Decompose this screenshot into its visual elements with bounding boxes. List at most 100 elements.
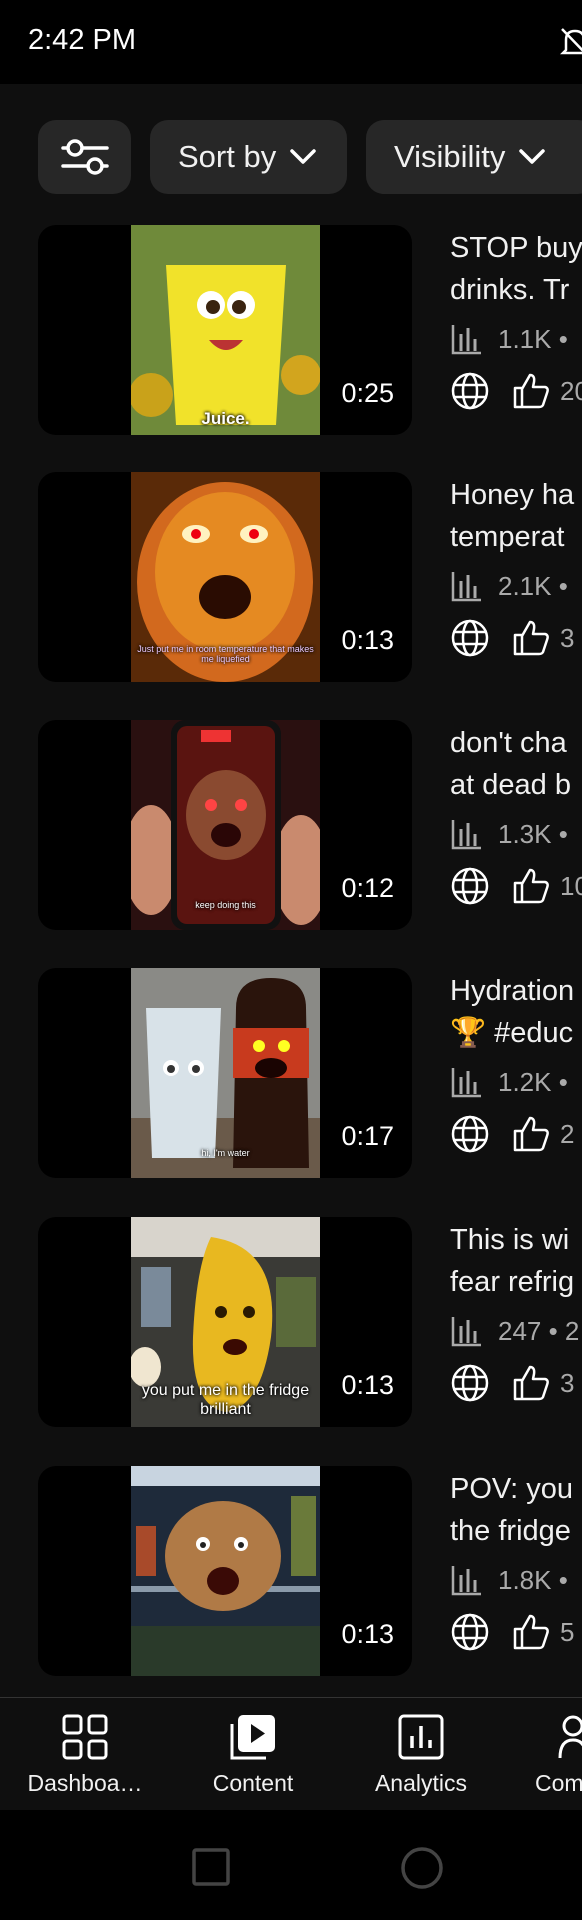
globe-icon	[451, 1115, 489, 1153]
video-title-line: Hydration	[450, 975, 575, 1007]
bottom-nav: Dashboa… Content Analytics Com	[0, 1697, 582, 1811]
nav-community[interactable]: Com	[520, 1698, 582, 1811]
video-stats: 1.8K •	[450, 1560, 568, 1600]
video-stats: 1.2K •	[450, 1062, 568, 1102]
analytics-icon	[398, 1714, 444, 1760]
view-count: 1.3K •	[498, 818, 568, 849]
video-thumbnail[interactable]: hi, I'm water 0:17	[38, 968, 412, 1178]
status-bar: 2:42 PM	[0, 0, 582, 84]
video-meta: 3	[450, 1359, 574, 1407]
video-row[interactable]: hi, I'm water 0:17 Hydration 🏆 #educ 1.2…	[0, 968, 582, 1180]
video-thumbnail[interactable]: Just put me in room temperature that mak…	[38, 472, 412, 682]
video-title[interactable]: This is wi fear refrig	[450, 1219, 582, 1303]
video-stats: 247 • 2	[450, 1311, 579, 1351]
bar-chart-icon	[451, 325, 481, 355]
globe-icon	[451, 1613, 489, 1651]
bar-chart-icon	[451, 1068, 481, 1098]
video-stats: 1.3K •	[450, 814, 568, 854]
nav-content-label: Content	[212, 1770, 294, 1796]
thumbnail-image: hi, I'm water	[131, 968, 320, 1178]
thumbs-up-icon	[513, 620, 549, 656]
bar-chart-icon	[451, 820, 481, 850]
filter-settings-button[interactable]	[38, 120, 131, 194]
video-thumbnail[interactable]: you put me in the fridge brilliant 0:13	[38, 1217, 412, 1427]
video-duration: 0:17	[341, 1121, 394, 1151]
community-icon	[558, 1715, 582, 1759]
video-title[interactable]: Honey ha temperat	[450, 474, 582, 558]
video-duration: 0:13	[341, 1619, 394, 1649]
video-row[interactable]: keep doing this 0:12 don't cha at dead b…	[0, 720, 582, 932]
video-row[interactable]: 0:13 POV: you the fridge 1.8K • 5	[0, 1466, 582, 1678]
filter-bar: Sort by Visibility	[0, 120, 582, 200]
video-title-line: temperat	[450, 521, 565, 553]
video-title-line: drinks. Tr	[450, 274, 570, 306]
video-meta: 10	[450, 862, 582, 910]
bar-chart-icon	[451, 572, 481, 602]
view-count: 1.1K •	[498, 323, 568, 354]
video-meta: 2	[450, 1110, 574, 1158]
content-icon	[230, 1715, 275, 1760]
chevron-down-icon	[519, 149, 546, 164]
video-title-line: at dead b	[450, 769, 571, 801]
view-count: 1.8K •	[498, 1564, 568, 1595]
video-stats: 2.1K •	[450, 566, 568, 606]
sort-by-dropdown[interactable]: Sort by	[150, 120, 347, 194]
nav-dashboard[interactable]: Dashboa…	[15, 1698, 155, 1811]
chevron-down-icon	[290, 149, 316, 164]
video-title-line: STOP buy	[450, 232, 582, 264]
video-title[interactable]: POV: you the fridge	[450, 1468, 582, 1552]
like-count: 3	[560, 1367, 575, 1398]
bell-off-icon	[560, 28, 582, 55]
nav-dashboard-label: Dashboa…	[27, 1770, 143, 1796]
globe-icon	[451, 867, 489, 905]
like-count: 3	[560, 622, 575, 653]
recents-button-icon[interactable]	[192, 1848, 230, 1886]
bar-chart-icon	[451, 1317, 481, 1347]
dashboard-icon	[62, 1714, 108, 1760]
video-thumbnail[interactable]: keep doing this 0:12	[38, 720, 412, 930]
video-stats: 1.1K •	[450, 319, 568, 359]
thumbs-up-icon	[513, 1116, 549, 1152]
like-count: 10	[560, 870, 582, 901]
video-meta: 5	[450, 1608, 574, 1656]
video-row[interactable]: Just put me in room temperature that mak…	[0, 472, 582, 684]
view-count: 2.1K •	[498, 570, 568, 601]
video-title[interactable]: Hydration 🏆 #educ	[450, 970, 582, 1054]
nav-content[interactable]: Content	[183, 1698, 323, 1811]
thumbs-up-icon	[513, 373, 549, 409]
video-duration: 0:12	[341, 873, 394, 903]
home-button-icon[interactable]	[400, 1846, 444, 1890]
video-duration: 0:13	[341, 1370, 394, 1400]
video-duration: 0:13	[341, 625, 394, 655]
thumbs-up-icon	[513, 868, 549, 904]
nav-community-label: Com	[535, 1770, 582, 1796]
like-count: 20	[560, 375, 582, 406]
video-title-line: POV: you	[450, 1473, 574, 1505]
bar-chart-icon	[451, 1566, 481, 1596]
visibility-label: Visibility	[394, 139, 506, 174]
video-title-line: 🏆 #educ	[450, 1017, 574, 1049]
view-count: 1.2K •	[498, 1066, 568, 1097]
video-title[interactable]: don't cha at dead b	[450, 722, 582, 806]
video-title[interactable]: STOP buy drinks. Tr	[450, 227, 582, 311]
globe-icon	[451, 1364, 489, 1402]
thumbs-up-icon	[513, 1365, 549, 1401]
thumbs-up-icon	[513, 1614, 549, 1650]
video-thumbnail[interactable]: Juice. 0:25	[38, 225, 412, 435]
video-title-line: This is wi	[450, 1224, 570, 1256]
visibility-dropdown[interactable]: Visibility	[366, 120, 582, 194]
video-duration: 0:25	[341, 378, 394, 408]
video-thumbnail[interactable]: 0:13	[38, 1466, 412, 1676]
system-nav-bar	[0, 1810, 582, 1920]
view-count: 247 • 2	[498, 1315, 580, 1346]
thumbnail-caption: keep doing this	[195, 900, 256, 910]
nav-analytics[interactable]: Analytics	[351, 1698, 491, 1811]
tune-icon	[60, 139, 109, 175]
video-title-line: Honey ha	[450, 479, 575, 511]
video-row[interactable]: Juice. 0:25 STOP buy drinks. Tr 1.1K • 2…	[0, 225, 582, 437]
like-count: 2	[560, 1118, 575, 1149]
thumbnail-image: Just put me in room temperature that mak…	[131, 472, 320, 682]
thumbnail-image: Juice.	[131, 225, 320, 435]
status-time: 2:42 PM	[28, 24, 136, 56]
video-row[interactable]: you put me in the fridge brilliant 0:13 …	[0, 1217, 582, 1429]
